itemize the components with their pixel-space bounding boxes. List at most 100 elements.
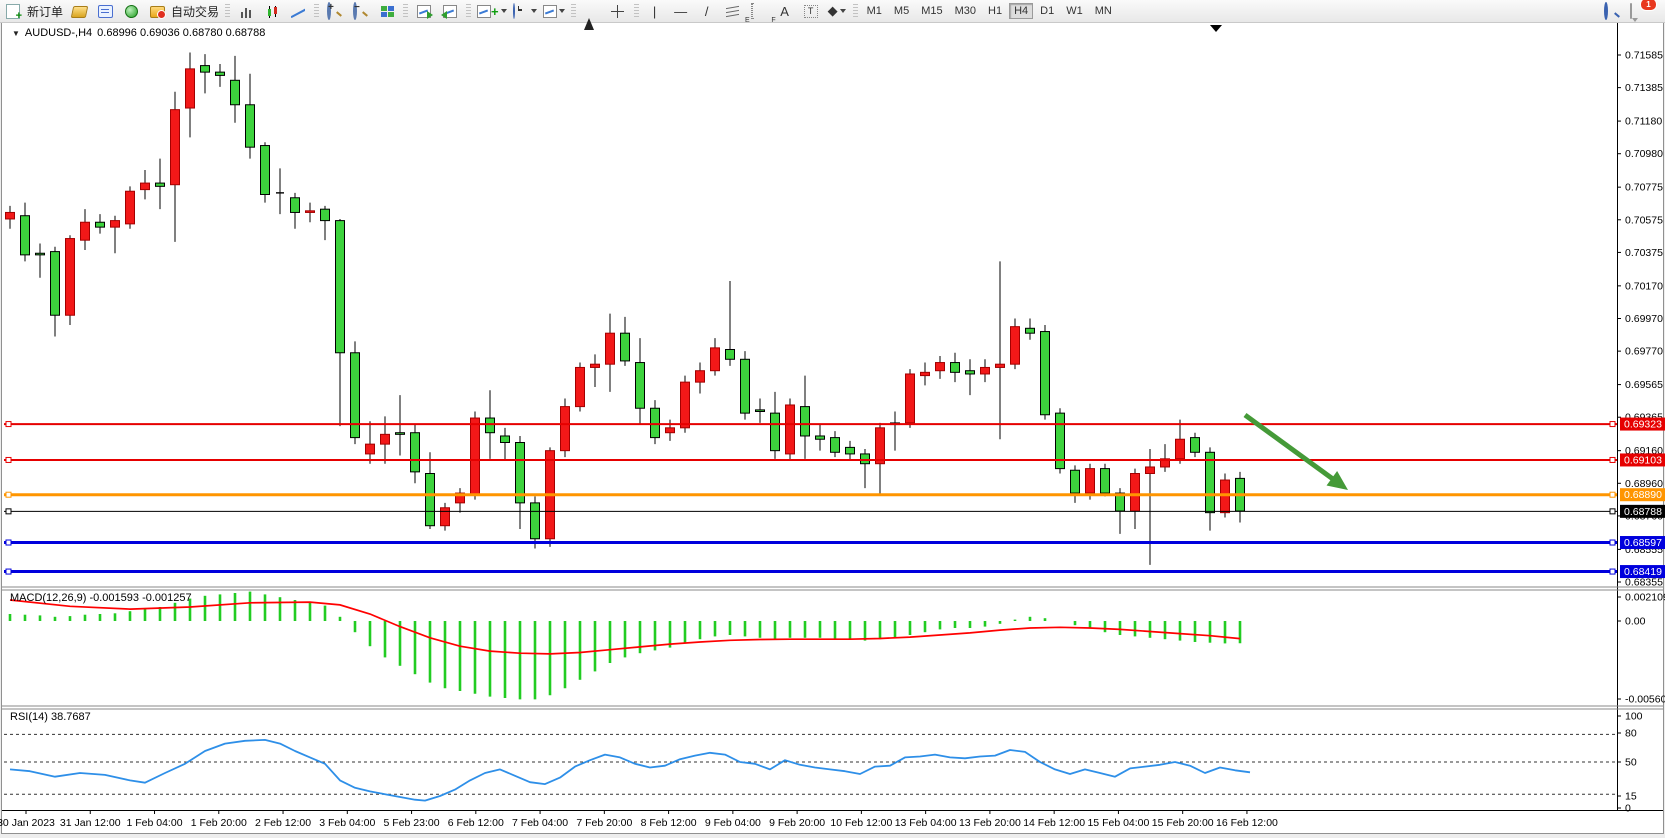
- toolbar-grip: [466, 4, 471, 18]
- channel-button[interactable]: F: [746, 1, 772, 21]
- line-anchor-handle[interactable]: [1610, 457, 1615, 462]
- candle-up: [876, 428, 885, 464]
- candle-up: [81, 222, 90, 240]
- time-tick-label: 13 Feb 04:00: [895, 817, 957, 829]
- periods-button[interactable]: [510, 1, 540, 21]
- candle-down: [261, 146, 270, 195]
- candle-down: [1191, 438, 1200, 453]
- profiles-button[interactable]: [66, 1, 92, 21]
- toolbar-grip: [314, 4, 319, 18]
- tf-mn[interactable]: MN: [1090, 3, 1117, 19]
- time-tick-label: 3 Feb 04:00: [319, 817, 375, 829]
- candle-up: [906, 374, 915, 423]
- crosshair-button[interactable]: [605, 1, 631, 21]
- bar-chart-button[interactable]: [233, 1, 259, 21]
- text-button[interactable]: A: [772, 1, 798, 21]
- auto-trading-icon: [150, 6, 165, 18]
- horizontal-line-button[interactable]: —: [668, 1, 694, 21]
- price-tick-label: 0.69565: [1625, 379, 1663, 391]
- chat-button[interactable]: 1: [1625, 1, 1651, 21]
- line-anchor-handle[interactable]: [6, 540, 11, 545]
- cursor-button[interactable]: [579, 1, 605, 21]
- candle-up: [1086, 469, 1095, 493]
- tf-h1[interactable]: H1: [983, 3, 1007, 19]
- price-tick-label: 0.68355: [1625, 577, 1663, 589]
- add-indicator-icon: [477, 5, 491, 18]
- candle-down: [501, 436, 510, 443]
- chevron-down-icon[interactable]: ▼: [12, 29, 20, 38]
- time-tick-label: 10 Feb 12:00: [830, 817, 892, 829]
- line-anchor-handle[interactable]: [1610, 509, 1615, 514]
- line-anchor-handle[interactable]: [1610, 569, 1615, 574]
- rsi-indicator-label: RSI(14) 38.7687: [10, 711, 91, 723]
- market-watch-button[interactable]: [92, 1, 118, 21]
- line-anchor-handle[interactable]: [6, 509, 11, 514]
- chart-canvas[interactable]: 0.715850.713850.711800.709800.707750.705…: [0, 0, 1665, 838]
- candlestick-chart-button[interactable]: [259, 1, 285, 21]
- time-tick-label: 1 Feb 20:00: [191, 817, 247, 829]
- candle-down: [1026, 328, 1035, 333]
- main-toolbar: 新订单 自动交易 + | — / E F A T ◆ M1 M5 M15 M30…: [0, 0, 1665, 23]
- new-order-button[interactable]: [0, 1, 26, 21]
- tf-m5[interactable]: M5: [889, 3, 914, 19]
- toolbar-grip: [403, 4, 408, 18]
- line-anchor-handle[interactable]: [6, 422, 11, 427]
- tf-d1[interactable]: D1: [1035, 3, 1059, 19]
- candle-up: [786, 405, 795, 454]
- line-anchor-handle[interactable]: [6, 492, 11, 497]
- line-anchor-handle[interactable]: [1610, 492, 1615, 497]
- candle-down: [801, 407, 810, 436]
- zoom-in-button[interactable]: [322, 1, 348, 21]
- tf-m15[interactable]: M15: [916, 3, 947, 19]
- candle-up: [1011, 327, 1020, 365]
- auto-trading-button[interactable]: [144, 1, 170, 21]
- zoom-out-button[interactable]: [348, 1, 374, 21]
- auto-trading-label[interactable]: 自动交易: [170, 3, 222, 20]
- rsi-axis-label: 80: [1625, 728, 1637, 740]
- candle-up: [6, 212, 15, 219]
- fibonacci-button[interactable]: E: [720, 1, 746, 21]
- profiles-icon: [70, 6, 88, 18]
- text-label-button[interactable]: T: [798, 1, 824, 21]
- line-chart-button[interactable]: [285, 1, 311, 21]
- candle-down: [816, 436, 825, 439]
- shapes-button[interactable]: ◆: [824, 1, 850, 21]
- search-button[interactable]: [1599, 1, 1625, 21]
- candle-down: [426, 474, 435, 526]
- price-tick-label: 0.71585: [1625, 50, 1663, 62]
- line-anchor-handle[interactable]: [1610, 540, 1615, 545]
- line-anchor-handle[interactable]: [6, 569, 11, 574]
- add-indicator-button[interactable]: +: [474, 1, 510, 21]
- zoom-in-icon: [327, 2, 331, 20]
- chart-shift-button[interactable]: [437, 1, 463, 21]
- cursor-icon: [584, 4, 594, 30]
- ohlc-values: 0.68996 0.69036 0.68780 0.68788: [97, 27, 265, 39]
- tf-m30[interactable]: M30: [950, 3, 981, 19]
- tf-w1[interactable]: W1: [1061, 3, 1088, 19]
- vertical-line-button[interactable]: |: [642, 1, 668, 21]
- candle-down: [636, 363, 645, 409]
- candle-up: [1146, 467, 1155, 474]
- bar-chart-icon: [240, 6, 253, 18]
- candle-down: [321, 209, 330, 220]
- tf-m1[interactable]: M1: [862, 3, 887, 19]
- trendline-button[interactable]: /: [694, 1, 720, 21]
- new-order-label[interactable]: 新订单: [26, 3, 66, 20]
- fibonacci-icon: [726, 4, 739, 18]
- time-tick-label: 7 Feb 20:00: [576, 817, 632, 829]
- chart-shift-icon: [443, 5, 457, 18]
- tf-h4[interactable]: H4: [1009, 3, 1033, 19]
- line-anchor-handle[interactable]: [1610, 422, 1615, 427]
- candle-up: [441, 508, 450, 526]
- templates-button[interactable]: [540, 1, 568, 21]
- price-tick-label: 0.70575: [1625, 214, 1663, 226]
- line-chart-icon: [291, 6, 305, 18]
- line-anchor-handle[interactable]: [6, 457, 11, 462]
- auto-scroll-button[interactable]: [411, 1, 437, 21]
- tile-windows-button[interactable]: [374, 1, 400, 21]
- navigator-button[interactable]: [118, 1, 144, 21]
- macd-axis-label: 0.002109: [1625, 592, 1665, 604]
- macd-axis-label: 0.00: [1625, 616, 1646, 628]
- symbol-label: AUDUSD-,H4: [25, 27, 92, 39]
- candle-up: [126, 191, 135, 224]
